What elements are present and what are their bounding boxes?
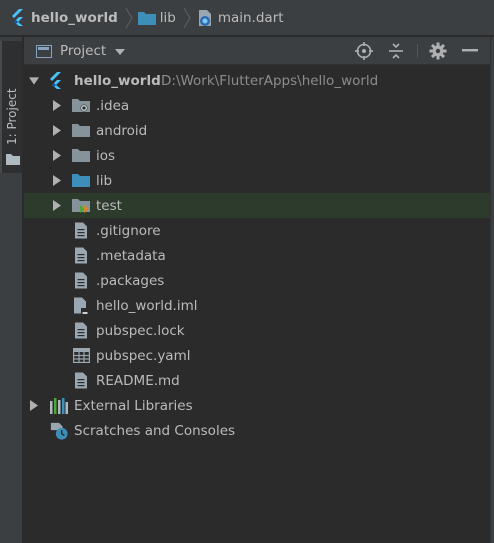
folder-icon xyxy=(72,122,90,140)
chevron-right-icon xyxy=(124,0,134,36)
module-file-icon xyxy=(72,297,90,315)
tree-row-gitignore[interactable]: .gitignore xyxy=(24,218,490,243)
tool-window-strip: 1: Project xyxy=(0,37,23,543)
libraries-icon xyxy=(50,397,68,415)
breadcrumb-item-lib[interactable]: lib xyxy=(137,0,176,36)
breadcrumb-label: main.dart xyxy=(217,9,284,26)
expand-arrow-down-icon[interactable] xyxy=(29,75,39,87)
tree-label-root: hello_world xyxy=(74,72,161,89)
tree-row-readme[interactable]: README.md xyxy=(24,368,490,393)
tree-label: Scratches and Consoles xyxy=(74,422,236,439)
tree-row-pubspec-yaml[interactable]: pubspec.yaml xyxy=(24,343,490,368)
panel-edge xyxy=(490,37,494,543)
text-file-icon xyxy=(72,372,90,390)
tree-row-idea[interactable]: .idea xyxy=(24,93,490,118)
tree-label: pubspec.lock xyxy=(96,322,185,339)
flutter-icon xyxy=(9,9,27,27)
expand-arrow-right-icon[interactable] xyxy=(52,125,62,137)
panel-header: Project xyxy=(24,37,490,65)
project-tab-label: 1: Project xyxy=(5,88,19,145)
expand-arrow-right-icon[interactable] xyxy=(29,400,39,412)
folder-icon xyxy=(137,9,156,27)
source-folder-icon xyxy=(72,172,90,190)
tree-label: lib xyxy=(96,172,113,189)
yaml-table-icon xyxy=(72,347,90,365)
settings-gear-icon[interactable] xyxy=(428,41,448,61)
breadcrumb-item-main-dart[interactable]: main.dart xyxy=(196,0,284,36)
expand-arrow-right-icon[interactable] xyxy=(52,200,62,212)
dart-file-icon xyxy=(196,9,214,27)
tree-row-android[interactable]: android xyxy=(24,118,490,143)
project-tool-tab[interactable]: 1: Project xyxy=(0,41,22,173)
header-divider xyxy=(417,44,418,58)
folder-icon xyxy=(72,147,90,165)
test-folder-icon xyxy=(72,197,90,215)
locate-icon[interactable] xyxy=(354,41,374,61)
tree-row-lib[interactable]: lib xyxy=(24,168,490,193)
chevron-down-icon xyxy=(115,43,126,59)
breadcrumb-label: lib xyxy=(159,9,176,26)
root-path: D:\Work\FlutterApps\hello_world xyxy=(161,72,379,89)
breadcrumb-label: hello_world xyxy=(31,9,118,26)
tree-label: test xyxy=(96,197,122,214)
text-file-icon xyxy=(72,272,90,290)
project-view-icon xyxy=(36,44,52,58)
text-file-icon xyxy=(72,247,90,265)
breadcrumb-item-project[interactable]: hello_world xyxy=(9,0,118,36)
tree-label: .gitignore xyxy=(96,222,161,239)
tree-label: .idea xyxy=(96,97,130,114)
tree-label: .metadata xyxy=(96,247,166,264)
expand-arrow-right-icon[interactable] xyxy=(52,175,62,187)
idea-folder-icon xyxy=(72,97,90,115)
tree-row-metadata[interactable]: .metadata xyxy=(24,243,490,268)
scratches-icon xyxy=(50,422,68,440)
tree-row-pubspec-lock[interactable]: pubspec.lock xyxy=(24,318,490,343)
tree-label: .packages xyxy=(96,272,165,289)
tree-row-root[interactable]: hello_world D:\Work\FlutterApps\hello_wo… xyxy=(24,68,490,93)
tree-label: External Libraries xyxy=(74,397,193,414)
tree-label: ios xyxy=(96,147,116,164)
tree-row-iml[interactable]: hello_world.iml xyxy=(24,293,490,318)
project-panel: Project hello_world D:\Work\FlutterApps\… xyxy=(24,37,494,543)
chevron-right-icon xyxy=(182,0,192,36)
view-selector-dropdown[interactable]: Project xyxy=(36,37,126,65)
folder-icon xyxy=(6,153,20,165)
flutter-icon xyxy=(47,72,65,90)
tree-row-packages[interactable]: .packages xyxy=(24,268,490,293)
text-file-icon xyxy=(72,222,90,240)
tree-row-ios[interactable]: ios xyxy=(24,143,490,168)
navigation-bar: hello_world lib main.dart xyxy=(0,0,494,36)
tree-label: android xyxy=(96,122,148,139)
tree-label: README.md xyxy=(96,372,180,389)
tree-row-test[interactable]: test xyxy=(24,193,490,218)
tree-row-scratches[interactable]: Scratches and Consoles xyxy=(24,418,490,443)
view-label: Project xyxy=(60,43,107,59)
expand-arrow-right-icon[interactable] xyxy=(52,100,62,112)
tree-row-external-libraries[interactable]: External Libraries xyxy=(24,393,490,418)
collapse-all-icon[interactable] xyxy=(386,41,406,61)
tree-label: hello_world.iml xyxy=(96,297,198,314)
text-file-icon xyxy=(72,322,90,340)
expand-arrow-right-icon[interactable] xyxy=(52,150,62,162)
hide-minimize-icon[interactable] xyxy=(460,41,480,61)
tree-label: pubspec.yaml xyxy=(96,347,191,364)
